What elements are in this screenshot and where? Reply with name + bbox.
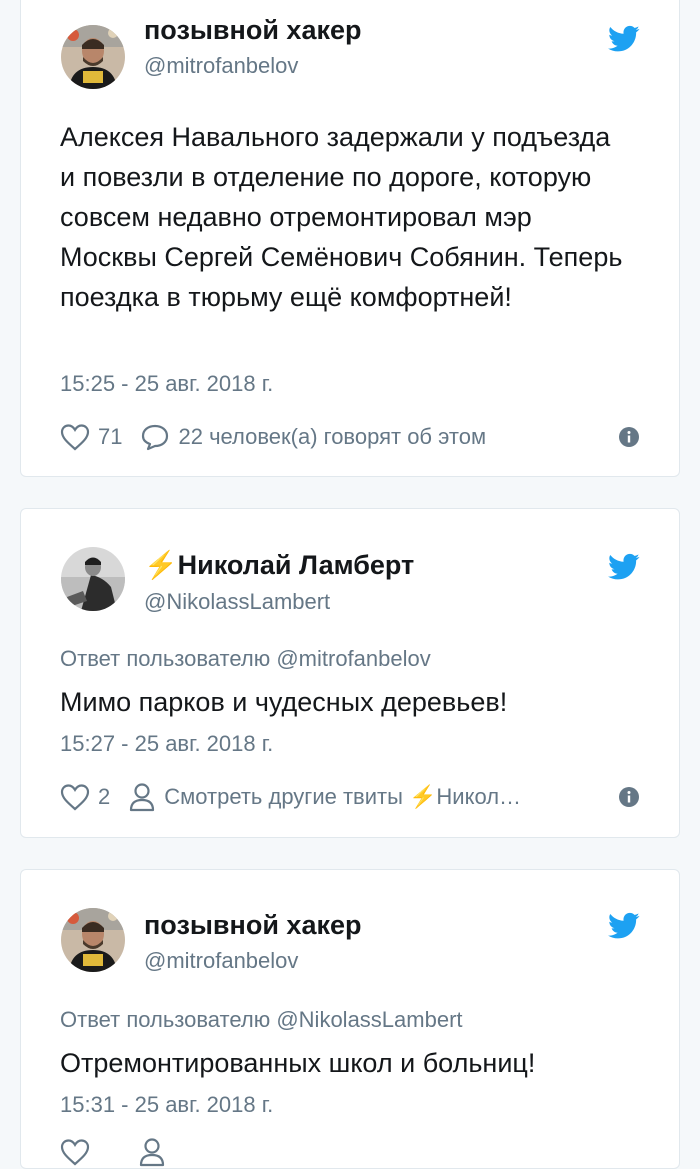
more-tweets-link[interactable]: Смотреть другие твиты ⚡Никол… [128, 782, 521, 812]
author-name[interactable]: ⚡Николай Ламберт [144, 549, 414, 581]
tweet-actions [60, 1136, 639, 1168]
tweet-text: Мимо парков и чудесных деревьев! [60, 687, 508, 717]
reply-to-label[interactable]: Ответ пользователю @mitrofanbelov [60, 646, 431, 672]
more-tweets-label: Смотреть другие твиты ⚡Никол… [164, 784, 522, 809]
author-handle[interactable]: @NikolassLambert [144, 589, 330, 615]
heart-icon [60, 424, 90, 451]
tweet-timestamp[interactable]: 15:27 - 25 авг. 2018 г. [60, 731, 273, 757]
like-count: 2 [98, 784, 111, 809]
twitter-bird-icon[interactable] [608, 912, 640, 940]
lightning-emoji: ⚡ [144, 550, 178, 580]
comment-bubble-icon [142, 424, 169, 451]
tweet-text: Отремонтированных школ и больниц! [60, 1048, 536, 1078]
avatar[interactable] [61, 547, 125, 611]
conversation-link[interactable]: 22 человек(а) говорят об этом [140, 423, 486, 451]
avatar[interactable] [61, 908, 125, 972]
like-button[interactable] [60, 1138, 90, 1166]
tweet-timestamp[interactable]: 15:25 - 25 авг. 2018 г. [60, 371, 273, 397]
tweet-card[interactable]: позывной хакер @mitrofanbelov Ответ поль… [20, 869, 680, 1169]
twitter-bird-icon[interactable] [608, 553, 640, 581]
heart-icon [60, 784, 90, 811]
author-handle[interactable]: @mitrofanbelov [144, 53, 298, 79]
person-icon [139, 1138, 165, 1167]
like-count: 71 [98, 424, 123, 449]
info-icon[interactable] [619, 427, 639, 447]
like-button[interactable]: 71 [60, 423, 122, 451]
tweet-actions: 71 22 человек(а) говорят об этом [60, 421, 639, 453]
twitter-bird-icon[interactable] [608, 25, 640, 53]
heart-icon [60, 1139, 90, 1166]
conversation-label: 22 человек(а) говорят об этом [178, 424, 487, 449]
author-name-text: Николай Ламберт [177, 550, 415, 580]
info-icon[interactable] [619, 787, 639, 807]
tweet-actions: 2 Смотреть другие твиты ⚡Никол… [60, 781, 639, 813]
avatar[interactable] [61, 25, 125, 89]
author-handle[interactable]: @mitrofanbelov [144, 948, 298, 974]
like-button[interactable]: 2 [60, 783, 110, 811]
reply-to-label[interactable]: Ответ пользователю @NikolassLambert [60, 1007, 463, 1033]
tweet-timestamp[interactable]: 15:31 - 25 авг. 2018 г. [60, 1092, 273, 1118]
tweet-card[interactable]: ⚡Николай Ламберт @NikolassLambert Ответ … [20, 508, 680, 838]
tweet-card[interactable]: позывной хакер @mitrofanbelov Алексея На… [20, 0, 680, 477]
author-name[interactable]: позывной хакер [144, 910, 361, 941]
author-name[interactable]: позывной хакер [144, 15, 361, 46]
tweet-text: Алексея Навального задержали у подъезда … [60, 122, 623, 312]
more-tweets-link[interactable] [138, 1137, 166, 1167]
person-icon [130, 783, 155, 812]
